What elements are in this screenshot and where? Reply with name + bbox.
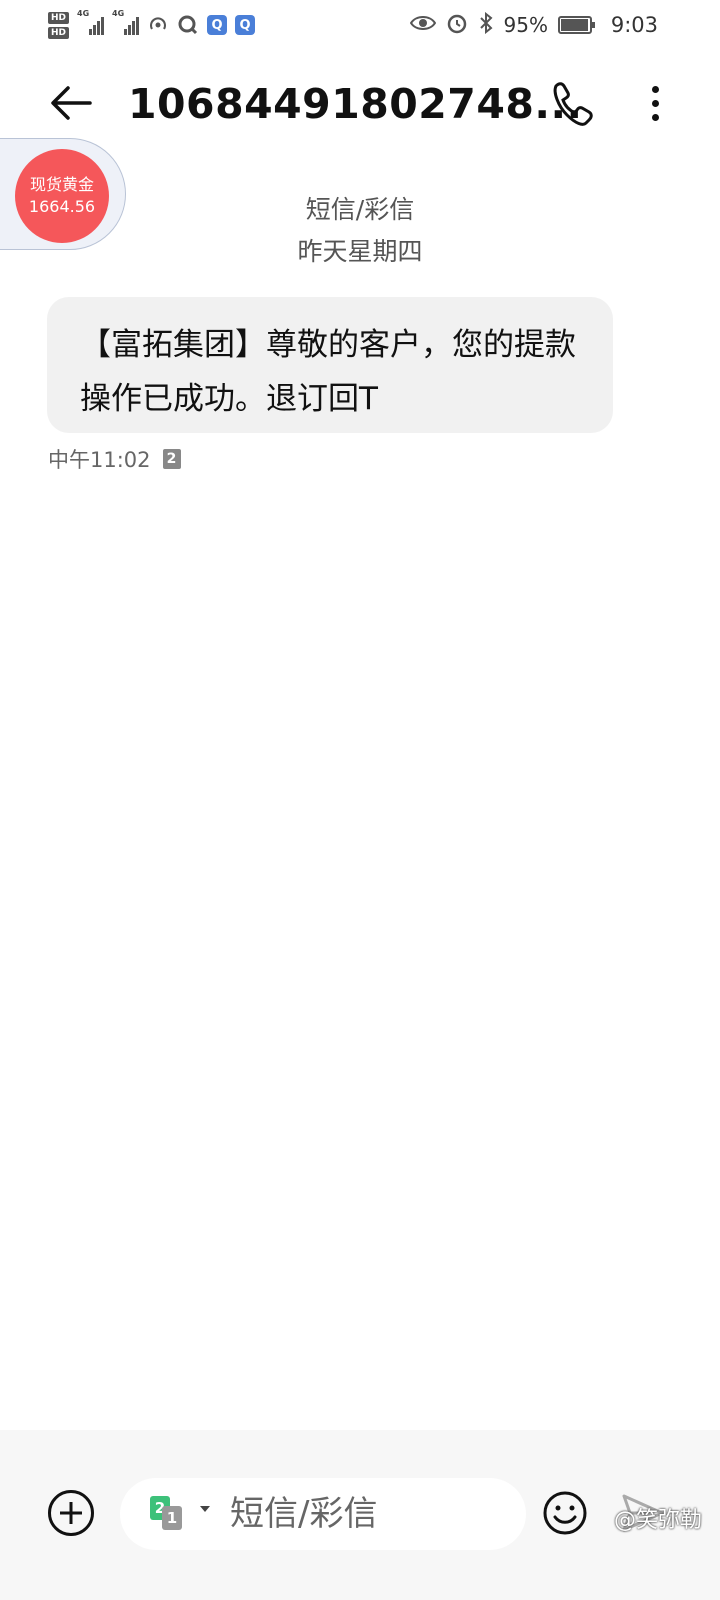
battery-percent: 95%: [503, 13, 548, 37]
status-time: 9:03: [610, 13, 658, 37]
sim-card-badge: 2: [162, 449, 181, 469]
conversation-type-label: 短信/彩信: [305, 195, 415, 224]
chevron-down-icon[interactable]: [200, 1506, 210, 1512]
status-left-icons: HD HD 4G 4G Q Q: [48, 6, 256, 44]
message-meta: 中午11:02 2: [48, 444, 181, 474]
conversation-date-label: 昨天星期四: [297, 237, 423, 266]
add-attachment-icon[interactable]: [48, 1490, 94, 1536]
phone-call-icon[interactable]: [548, 78, 594, 128]
hd1-badge: HD: [48, 11, 70, 24]
input-placeholder: 短信/彩信: [230, 1494, 378, 1534]
network-type-2: 4G: [112, 9, 125, 18]
message-time: 中午11:02: [48, 448, 151, 472]
conversation-header: 10684491802748...: [0, 60, 720, 146]
bluetooth-icon: [478, 11, 494, 39]
message-bubble[interactable]: 【富拓集团】尊敬的客户，您的提款操作已成功。退订回T: [47, 297, 613, 433]
battery-icon: [558, 16, 595, 34]
sim-secondary-icon: 1: [162, 1506, 182, 1530]
more-options-icon[interactable]: [640, 78, 670, 128]
hd2-badge: HD: [48, 26, 70, 39]
q-app-icon: [177, 14, 199, 36]
eye-icon: [409, 13, 436, 37]
network-type-1: 4G: [77, 9, 90, 18]
notification-app-icon-2: Q: [235, 15, 256, 35]
signal-icon-2: 4G: [112, 9, 140, 35]
status-bar: HD HD 4G 4G Q Q 95% 9:03: [0, 0, 720, 50]
contact-number-title: 10684491802748...: [128, 80, 583, 128]
message-input[interactable]: 2 1 短信/彩信: [120, 1478, 526, 1550]
back-arrow-icon[interactable]: [46, 78, 96, 128]
sim-switch-button[interactable]: 2 1: [150, 1496, 190, 1532]
signal-icon-1: 4G: [77, 9, 105, 35]
emoji-icon[interactable]: [542, 1490, 588, 1536]
status-right-icons: 95%: [409, 8, 595, 42]
hotspot-icon: [147, 14, 169, 36]
watermark-text: @笑弥勒: [613, 1508, 702, 1533]
alarm-icon: [446, 12, 468, 39]
notification-app-icon: Q: [207, 15, 228, 35]
message-composer: 2 1 短信/彩信 @笑弥勒: [0, 1430, 720, 1600]
hd-indicators: HD HD: [48, 11, 70, 39]
